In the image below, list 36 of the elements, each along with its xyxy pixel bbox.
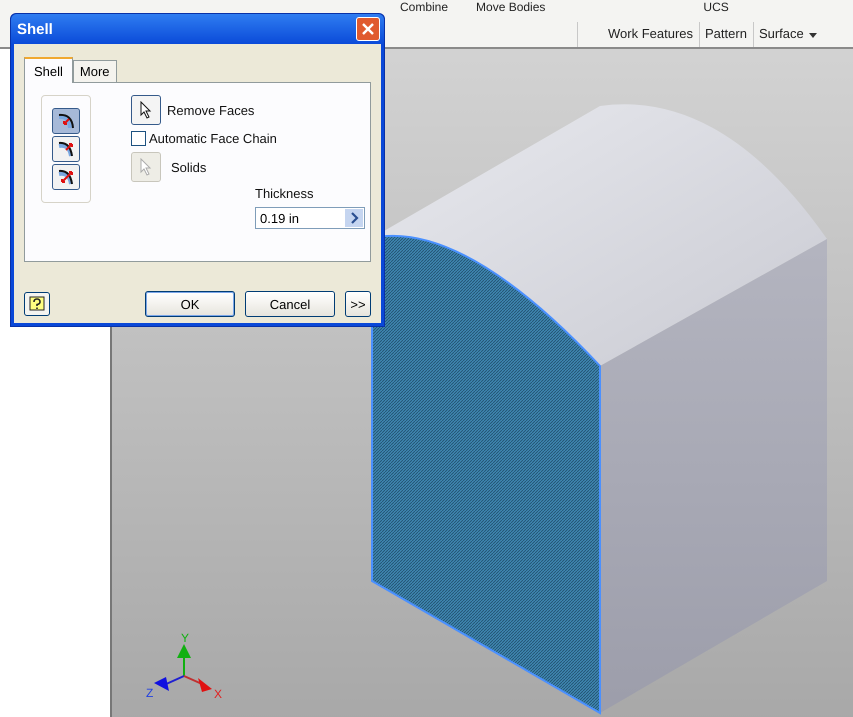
dialog-tab[interactable]: Shell: [24, 57, 73, 83]
dialog-button[interactable]: OK: [145, 291, 235, 317]
ribbon-tool[interactable]: UCS: [703, 0, 729, 14]
close-icon: [362, 23, 374, 35]
cursor-icon: [139, 101, 153, 119]
cursor-icon: [139, 158, 153, 176]
axis-triad-drawing: [154, 644, 212, 692]
dialog-title: Shell: [17, 20, 53, 38]
axis-label: Z: [146, 686, 154, 700]
ribbon-tool[interactable]: Combine: [400, 0, 448, 14]
help-icon: [29, 296, 45, 312]
ribbon-panel-label[interactable]: Work Features: [608, 26, 694, 41]
axis-label: Y: [181, 631, 190, 645]
caret-icon[interactable]: [808, 33, 817, 38]
automatic-face-chain-label: Automatic Face Chain: [149, 131, 277, 146]
thickness-label: Thickness: [255, 186, 315, 201]
shell-direction-button[interactable]: [52, 164, 80, 190]
ribbon-panel-label[interactable]: Surface: [758, 26, 804, 41]
shell-direction-icon: [57, 140, 75, 158]
remove-faces-label: Remove Faces: [167, 102, 254, 118]
ribbon-tool[interactable]: Move Bodies: [476, 0, 546, 14]
ribbon-panel-label[interactable]: Pattern: [705, 26, 747, 41]
shell-direction-button[interactable]: [52, 108, 80, 134]
automatic-face-chain-checkbox[interactable]: [131, 131, 146, 146]
shell-direction-icon: [57, 168, 75, 186]
shell-direction-button[interactable]: [52, 136, 80, 162]
axis-label: X: [214, 687, 222, 701]
close-button[interactable]: [356, 17, 380, 41]
remove-faces-select-button[interactable]: [131, 95, 161, 125]
dialog-tab[interactable]: More: [72, 60, 117, 82]
help-button[interactable]: [24, 292, 50, 316]
chevron-right-icon[interactable]: [345, 209, 363, 227]
solids-label: Solids: [171, 160, 206, 174]
shell-direction-icon: [57, 112, 75, 130]
dialog-button[interactable]: Cancel: [245, 291, 335, 317]
dialog-button[interactable]: >>: [345, 291, 371, 317]
